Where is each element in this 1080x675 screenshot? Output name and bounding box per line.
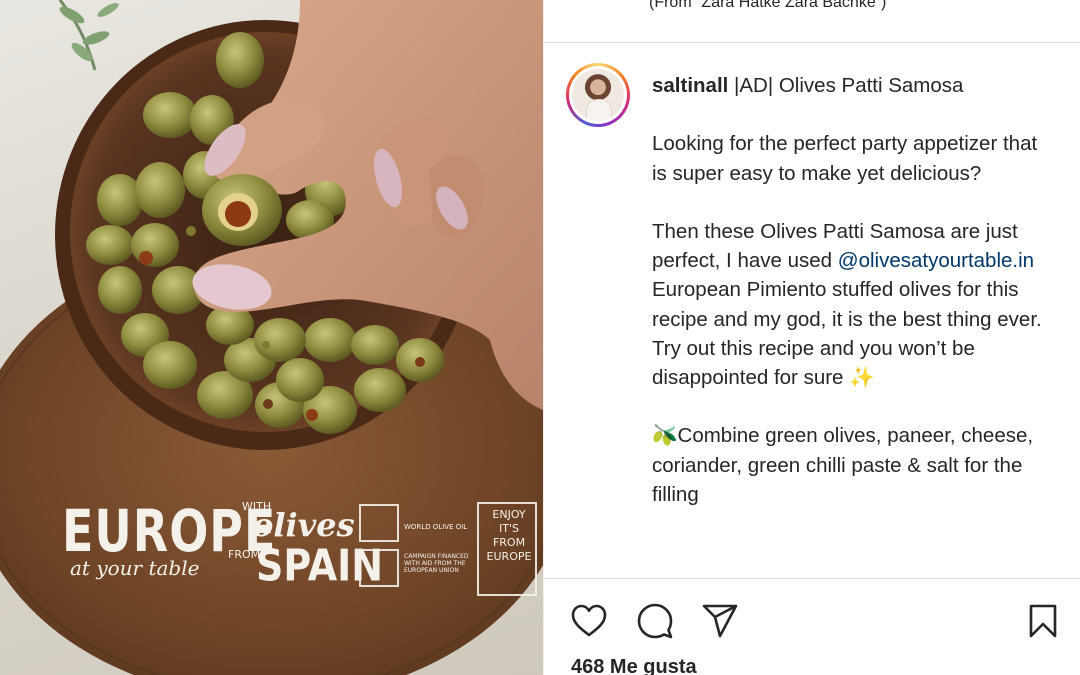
comment-button[interactable] [637, 603, 673, 639]
post-panel: (From “Zara Hatke Zara Bachke”) saltinal… [543, 0, 1080, 675]
like-button[interactable] [571, 603, 607, 639]
post-title: |AD| Olives Patti Samosa [728, 74, 964, 97]
avatar[interactable] [566, 63, 630, 127]
bottom-divider [544, 578, 1080, 579]
top-divider [544, 42, 1080, 43]
comment-icon [637, 603, 673, 639]
brand-olives: olives [252, 506, 355, 544]
heart-icon [571, 604, 607, 637]
bookmark-icon [1029, 604, 1057, 638]
brand-at-your-table: at your table [70, 556, 200, 580]
avatar-image [572, 69, 624, 121]
brand-spain: SPAIN [256, 540, 384, 591]
post-caption: saltinall |AD| Olives Patti Samosa Looki… [652, 71, 1052, 578]
share-button[interactable] [702, 603, 738, 639]
paper-plane-icon [702, 604, 738, 638]
post-photo[interactable]: EUROPE at your table WITH olives FROM SP… [0, 0, 543, 675]
caption-paragraph-1: Looking for the perfect party appetizer … [652, 132, 1043, 185]
badge-world-olive-oil: WORLD OLIVE OIL [404, 523, 468, 531]
plant-leaves [58, 0, 119, 71]
mention-link[interactable]: @olivesatyourtable.in [838, 249, 1034, 272]
badge-eu-campaign: CAMPAIGN FINANCED WITH AID FROM THE EURO… [404, 553, 469, 574]
save-button[interactable] [1025, 603, 1061, 639]
username-link[interactable]: saltinall [652, 74, 728, 97]
like-count[interactable]: 468 Me gusta [571, 656, 697, 675]
previous-caption: (From “Zara Hatke Zara Bachke”) [649, 0, 887, 11]
caption-step-1: 🫒Combine green olives, paneer, cheese, c… [652, 424, 1039, 506]
badge-enjoy-europe: ENJOY IT'S FROM EUROPE [486, 508, 532, 563]
